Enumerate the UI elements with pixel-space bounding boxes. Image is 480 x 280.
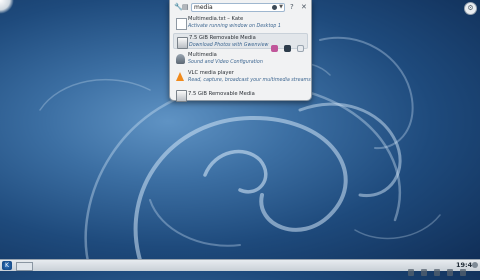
result-title: 7.5 GiB Removable Media xyxy=(188,91,255,97)
result-item[interactable]: VLC media player Read, capture, broadcas… xyxy=(173,69,311,85)
result-subtitle: Download Photos with Gwenview xyxy=(189,43,269,48)
bottom-panel: K 19:49 xyxy=(0,259,480,276)
clear-search-icon[interactable] xyxy=(272,5,277,10)
desktop-toolbox-icon[interactable]: ⚙ xyxy=(464,2,477,15)
tray-clipboard-icon[interactable] xyxy=(434,269,441,276)
search-field[interactable]: ▼ xyxy=(191,3,285,12)
result-title: VLC media player xyxy=(188,70,234,76)
help-button[interactable]: ? xyxy=(290,3,294,11)
multimedia-icon xyxy=(176,54,185,64)
tray-notification-icon[interactable] xyxy=(408,269,414,276)
text-document-icon xyxy=(176,18,187,30)
krunner-window: 🔧 ▤ ▼ ? ✕ Multimedia.txt – Kate Activate… xyxy=(169,0,312,102)
vlc-icon xyxy=(176,72,185,82)
result-subtitle: Read, capture, broadcast your multimedia… xyxy=(188,78,311,83)
close-button[interactable]: ✕ xyxy=(301,3,307,11)
result-item[interactable]: Multimedia Sound and Video Configuration xyxy=(173,51,308,67)
result-title: Multimedia.txt – Kate xyxy=(188,16,244,22)
result-item[interactable]: Multimedia.txt – Kate Activate running w… xyxy=(173,15,308,31)
history-dropdown-icon[interactable]: ▼ xyxy=(279,4,283,11)
activity-icon[interactable]: ▤ xyxy=(182,3,189,11)
removable-drive-icon xyxy=(177,37,188,49)
tray-device-notifier-icon[interactable] xyxy=(421,269,428,276)
result-title: Multimedia xyxy=(188,52,217,58)
krunner-toolbar: 🔧 ▤ ▼ ? ✕ xyxy=(170,0,311,14)
result-title: 7.5 GiB Removable Media xyxy=(189,35,256,41)
result-subtitle: Activate running window on Desktop 1 xyxy=(188,24,281,29)
tray-network-icon[interactable] xyxy=(460,269,467,276)
result-item-selected[interactable]: 7.5 GiB Removable Media Download Photos … xyxy=(173,33,308,52)
tray-volume-icon[interactable] xyxy=(447,269,454,276)
removable-drive-icon xyxy=(176,90,187,102)
result-item[interactable]: 7.5 GiB Removable Media xyxy=(173,87,308,103)
panel-toolbox-icon[interactable] xyxy=(472,262,478,268)
application-launcher-icon[interactable]: K xyxy=(2,261,12,270)
result-subtitle: Sound and Video Configuration xyxy=(188,60,263,65)
results-list: Multimedia.txt – Kate Activate running w… xyxy=(173,15,311,105)
search-input[interactable] xyxy=(194,4,264,11)
desktop-corner-icon[interactable] xyxy=(0,0,14,14)
